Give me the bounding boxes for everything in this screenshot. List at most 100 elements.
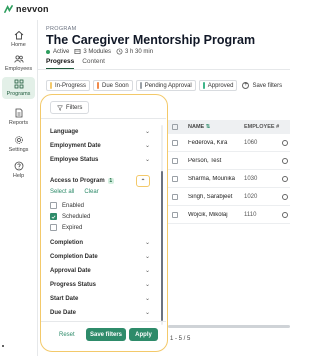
duration-text: 3 h 30 min [125,48,154,55]
filter-label: Completion Date [50,253,98,260]
filters-button[interactable]: Filters [50,101,90,114]
nevvon-logo-icon [4,4,13,13]
status-dot-icon [46,49,50,54]
filter-progress-status[interactable]: Progress Status ⌄ [50,281,150,289]
chip-label: Approved [207,82,234,89]
row-checkbox[interactable] [172,211,178,218]
row-checkbox[interactable] [172,157,178,164]
table-row[interactable]: Sharma, Mounika 1030 [168,170,290,188]
table-row[interactable]: Federova, Kira 1060 [168,134,290,152]
chevron-up-icon[interactable]: ⌃ [136,175,150,187]
filter-access-to-program[interactable]: Access to Program 1 ⌃ [50,175,150,187]
chevron-down-icon: ⌄ [144,240,150,246]
chip-color-bar [202,82,205,89]
chip-label: Pending Approval [144,82,192,89]
row-status-icon [282,157,288,164]
row-checkbox[interactable] [172,139,178,146]
row-status-icon [282,211,288,218]
tab-content[interactable]: Content [82,58,105,69]
panel-divider [41,118,166,119]
filter-completion-date[interactable]: Completion Date ⌄ [50,253,150,261]
chip-pending-approval[interactable]: Pending Approval [135,80,196,91]
brand-name: nevvon [16,4,49,14]
cell-employee: 1060 [244,139,258,146]
save-filters-link[interactable]: + Save filters [242,82,282,89]
option-enabled[interactable]: Enabled [50,202,84,209]
cell-name: Singh, Sarabjeet [188,193,233,200]
sidebar-item-reports[interactable]: Reports [2,108,35,128]
chip-approved[interactable]: Approved [198,80,238,91]
row-status-icon [282,139,288,146]
column-header-label: NAME [188,124,205,130]
select-links: Select all Clear [50,189,109,195]
section-label: PROGRAM [46,26,77,32]
filter-approval-date[interactable]: Approval Date ⌄ [50,267,150,275]
filter-due-date[interactable]: Due Date ⌄ [50,309,150,317]
table-row[interactable]: Person, Test [168,152,290,170]
clear-link[interactable]: Clear [84,189,98,195]
sidebar-item-settings[interactable]: Settings [2,135,35,155]
cell-name: Person, Test [188,157,222,164]
status-text: Active [53,48,70,55]
filter-employee-status[interactable]: Employee Status ⌄ [50,156,150,164]
report-icon [15,108,22,118]
chip-due-soon[interactable]: Due Soon [93,80,133,91]
option-expired[interactable]: Expired [50,224,82,231]
grid-icon [14,79,23,89]
chevron-down-icon: ⌄ [144,268,150,274]
status-badge: Active [46,49,69,55]
table-row[interactable]: Singh, Sarabjeet 1020 [168,188,290,206]
select-all-rows-checkbox[interactable] [172,124,178,130]
filters-button-label: Filters [66,104,83,111]
modules-text: 3 Modules [83,48,112,55]
row-checkbox[interactable] [172,193,178,200]
tab-bar: Progress Content [46,58,113,69]
help-icon [14,161,23,171]
filter-panel: Filters Language ⌄ Employment Date ⌄ Emplo… [40,94,168,352]
sidebar-item-help[interactable]: Help [2,161,35,181]
chevron-down-icon: ⌄ [144,282,150,288]
checkbox[interactable] [50,224,57,231]
table-row[interactable]: Wojcik, Mikolaj 1110 [168,206,290,224]
chip-in-progress[interactable]: In-Progress [46,80,91,91]
sidebar-item-employees[interactable]: Employees [2,54,35,74]
cell-name: Wojcik, Mikolaj [188,211,228,218]
row-checkbox[interactable] [172,175,178,182]
apply-button[interactable]: Apply [129,328,158,341]
sidebar-item-home[interactable]: Home [2,30,35,50]
filter-employment-date[interactable]: Employment Date ⌄ [50,142,150,150]
chip-color-bar [50,82,52,89]
select-all-link[interactable]: Select all [50,189,74,195]
table-horizontal-scrollbar[interactable] [168,325,290,328]
sidebar-item-label: Programs [6,91,31,97]
status-chip-bar: In-Progress Due Soon Pending Approval Ap… [46,80,282,91]
filter-label: Access to Program [50,178,105,184]
filter-language[interactable]: Language ⌄ [50,128,150,136]
sidebar-item-label: Home [11,42,26,48]
filter-completion[interactable]: Completion ⌄ [50,239,150,247]
filter-label: Start Date [50,295,79,302]
checkbox[interactable] [50,202,57,209]
chevron-down-icon: ⌄ [144,254,150,260]
save-filters-button[interactable]: Save filters [86,328,126,341]
column-header-name[interactable]: NAME ⇅ [188,124,244,130]
option-scheduled[interactable]: Scheduled [50,213,90,220]
column-header-employee[interactable]: EMPLOYEE # [244,124,282,130]
table-header: NAME ⇅ EMPLOYEE # [168,120,290,134]
checkmark-icon [51,215,56,219]
chevron-down-icon: ⌄ [144,143,150,149]
sidebar-item-label: Settings [8,147,29,153]
sidebar-divider [37,20,38,356]
clock-icon [116,48,123,55]
tab-progress[interactable]: Progress [46,58,75,69]
bullet-dot [2,345,4,347]
chip-color-bar [139,82,142,89]
sidebar-item-programs[interactable]: Programs [2,77,35,99]
checkbox-checked[interactable] [50,213,57,220]
panel-scrollbar-thumb[interactable] [161,171,163,321]
sidebar-item-label: Employees [4,66,33,72]
cell-employee: 1020 [244,193,258,200]
filter-start-date[interactable]: Start Date ⌄ [50,295,150,303]
cell-employee: 1110 [244,211,257,218]
reset-button[interactable]: Reset [59,332,75,338]
